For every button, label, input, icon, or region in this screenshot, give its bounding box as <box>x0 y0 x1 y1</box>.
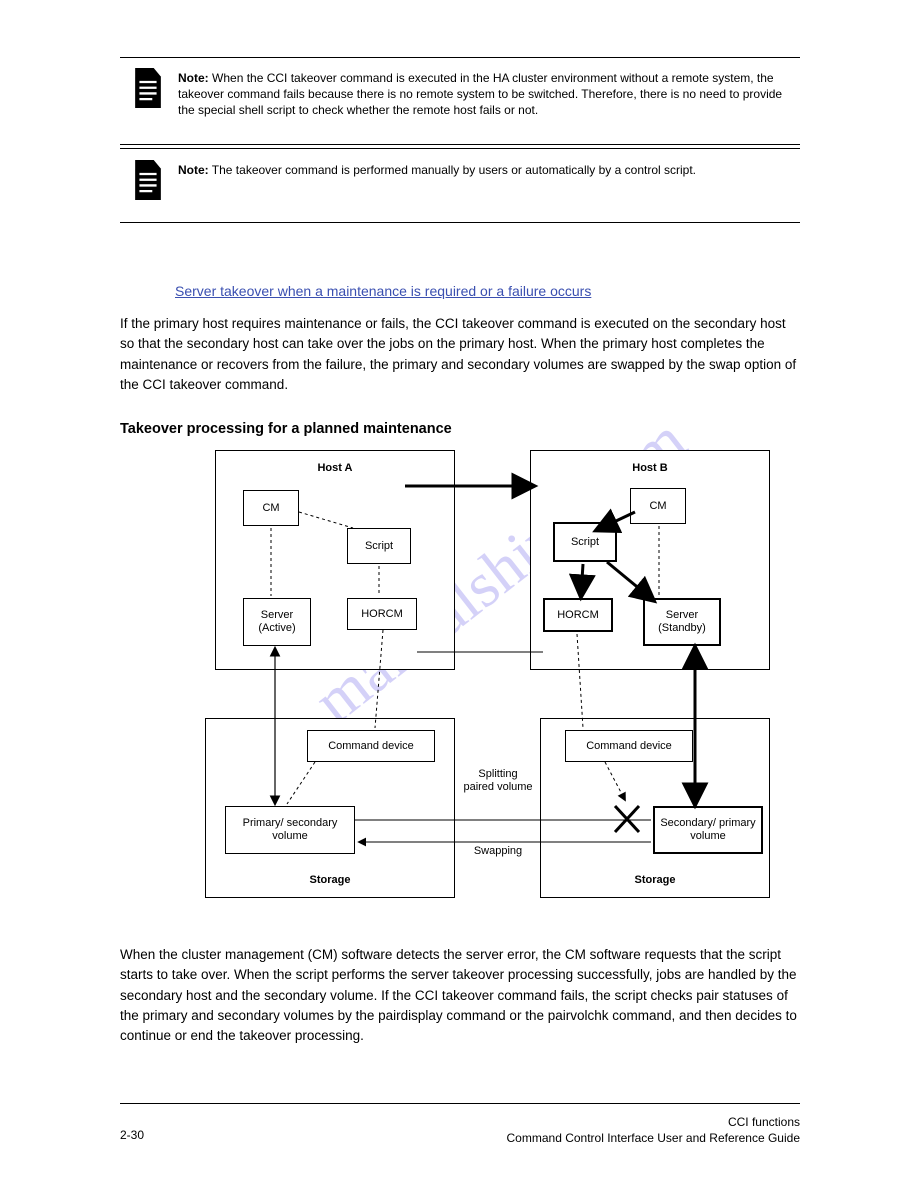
horcm-a: HORCM <box>347 598 417 630</box>
footer-line-2: Command Control Interface User and Refer… <box>507 1130 800 1146</box>
swap-label: Swapping <box>463 845 533 858</box>
diagram: Host A Host B CM Script Server (Active) … <box>195 450 775 910</box>
storage-a-title: Storage <box>225 874 435 887</box>
footer-right: CCI functions Command Control Interface … <box>507 1114 800 1146</box>
note-2-text: Note: The takeover command is performed … <box>178 162 798 178</box>
footer-line-1: CCI functions <box>507 1114 800 1130</box>
script-b: Script <box>553 522 617 562</box>
host-b-title: Host B <box>550 462 750 475</box>
note-1-bottom-rule <box>120 144 800 145</box>
svol: Secondary/ primary volume <box>653 806 763 854</box>
server-b: Server (Standby) <box>643 598 721 646</box>
note-1-body: When the CCI takeover command is execute… <box>178 71 782 117</box>
horcm-b: HORCM <box>543 598 613 632</box>
top-rule <box>120 57 800 58</box>
cmdd-b: Command device <box>565 730 693 762</box>
note-1-text: Note: When the CCI takeover command is e… <box>178 70 798 119</box>
storage-b-title: Storage <box>555 874 755 887</box>
paragraph-2: When the cluster management (CM) softwar… <box>120 945 800 1046</box>
split-label: Splitting paired volume <box>463 768 533 794</box>
note-2-body: The takeover command is performed manual… <box>212 163 696 177</box>
cm-b: CM <box>630 488 686 524</box>
pvol: Primary/ secondary volume <box>225 806 355 854</box>
cmdd-a: Command device <box>307 730 435 762</box>
footer-rule <box>120 1103 800 1104</box>
note-2-bottom-rule <box>120 222 800 223</box>
cm-a: CM <box>243 490 299 526</box>
section-heading-link[interactable]: Server takeover when a maintenance is re… <box>175 283 591 299</box>
note-icon <box>130 160 166 200</box>
note-2-top-rule <box>120 148 800 149</box>
paragraph-1: If the primary host requires maintenance… <box>120 314 800 395</box>
page: { "note1_label":"Note:", "note1_body":"W… <box>0 0 918 1188</box>
note-icon <box>130 68 166 108</box>
server-a: Server (Active) <box>243 598 311 646</box>
note-1-label: Note: <box>178 71 209 85</box>
script-a: Script <box>347 528 411 564</box>
page-number: 2-30 <box>120 1128 144 1142</box>
host-a-title: Host A <box>235 462 435 475</box>
note-2-label: Note: <box>178 163 209 177</box>
subheading: Takeover processing for a planned mainte… <box>120 421 452 437</box>
